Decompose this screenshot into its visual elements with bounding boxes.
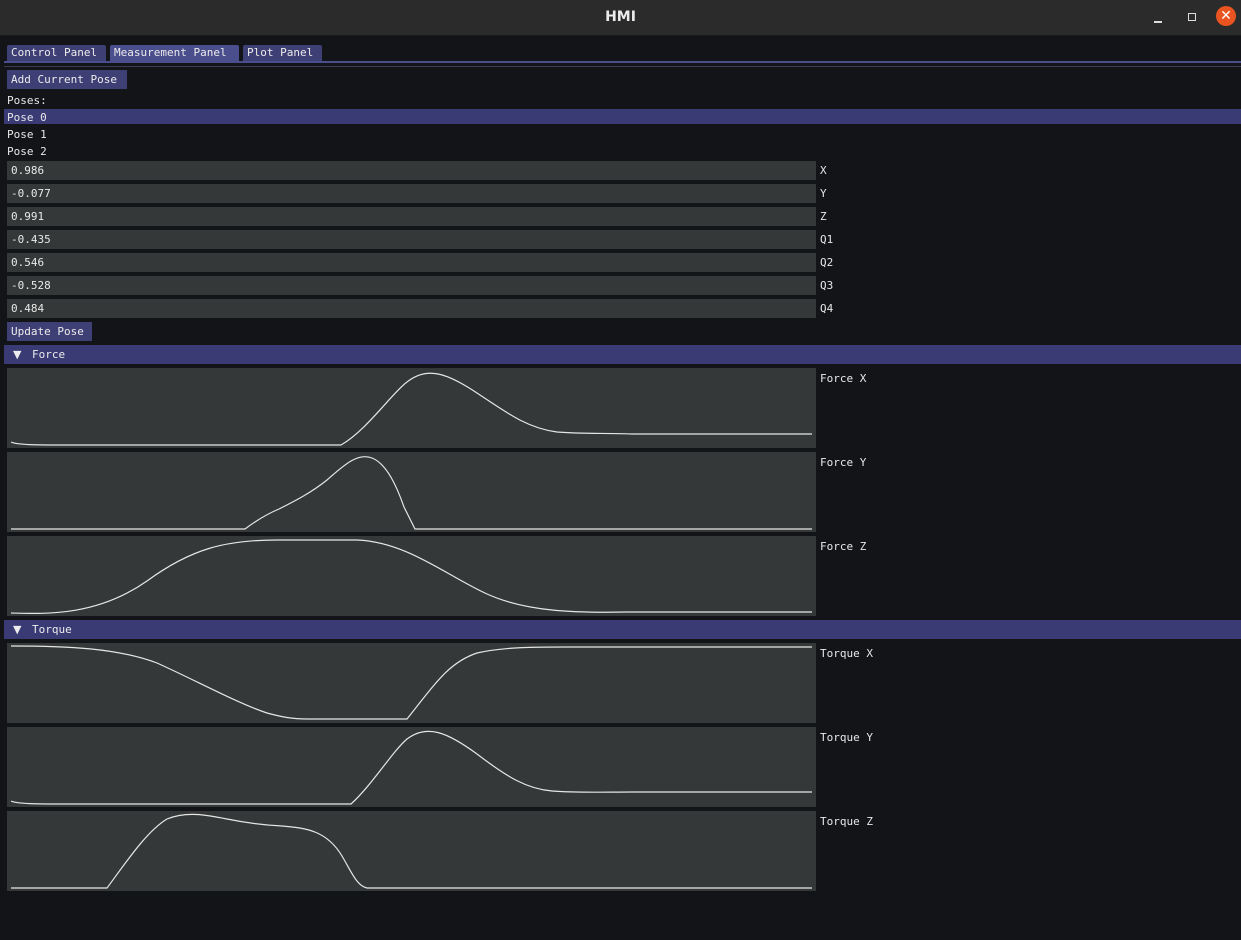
torque-y-label: Torque Y <box>820 731 873 744</box>
pose-y-field[interactable]: -0.077 <box>7 184 816 203</box>
pose-q3-label: Q3 <box>820 279 834 292</box>
tab-plot-panel[interactable]: Plot Panel <box>243 45 322 61</box>
collapse-arrow-icon: ▼ <box>13 348 22 361</box>
torque-y-plot <box>7 727 816 807</box>
collapse-arrow-icon: ▼ <box>13 623 22 636</box>
pose-x-label: X <box>820 164 827 177</box>
section-label: Torque <box>32 623 72 636</box>
torque-z-label: Torque Z <box>820 815 873 828</box>
force-section-header[interactable]: ▼ Force <box>4 345 1241 364</box>
pose-item[interactable]: Pose 0 <box>7 111 47 124</box>
add-current-pose-button[interactable]: Add Current Pose <box>7 70 127 89</box>
pose-q2-field[interactable]: 0.546 <box>7 253 816 272</box>
pose-q4-label: Q4 <box>820 302 834 315</box>
force-x-label: Force X <box>820 372 867 385</box>
separator <box>4 66 1241 67</box>
update-pose-button[interactable]: Update Pose <box>7 322 92 341</box>
pose-x-field[interactable]: 0.986 <box>7 161 816 180</box>
pose-z-label: Z <box>820 210 827 223</box>
title-bar: HMI ✕ <box>0 0 1241 36</box>
pose-item[interactable]: Pose 1 <box>7 128 47 141</box>
force-z-plot <box>7 536 816 616</box>
torque-x-trace <box>10 645 812 720</box>
pose-q3-field[interactable]: -0.528 <box>7 276 816 295</box>
selected-pose-highlight <box>4 109 1241 124</box>
poses-heading: Poses: <box>7 94 47 107</box>
torque-section-header[interactable]: ▼ Torque <box>4 620 1241 639</box>
pose-q2-label: Q2 <box>820 256 834 269</box>
section-label: Force <box>32 348 66 361</box>
force-x-plot <box>7 368 816 448</box>
force-y-trace <box>11 456 812 530</box>
torque-y-trace <box>10 730 812 805</box>
pose-q1-label: Q1 <box>820 233 834 246</box>
force-z-label: Force Z <box>820 540 867 553</box>
tab-control-panel[interactable]: Control Panel <box>7 45 106 61</box>
force-y-plot <box>7 452 816 532</box>
close-icon[interactable]: ✕ <box>1216 6 1236 26</box>
force-y-label: Force Y <box>820 456 867 469</box>
torque-z-plot <box>7 811 816 891</box>
pose-y-label: Y <box>820 187 827 200</box>
force-z-trace <box>10 539 812 614</box>
pose-q1-field[interactable]: -0.435 <box>7 230 816 249</box>
torque-x-label: Torque X <box>820 647 873 660</box>
force-x-trace <box>10 372 812 446</box>
pose-q4-field[interactable]: 0.484 <box>7 299 816 318</box>
pose-item[interactable]: Pose 2 <box>7 145 47 158</box>
torque-x-plot <box>7 643 816 723</box>
torque-z-trace <box>11 813 812 889</box>
maximize-icon[interactable] <box>1182 7 1204 29</box>
pose-z-field[interactable]: 0.991 <box>7 207 816 226</box>
window-title: HMI <box>605 9 636 25</box>
tab-underline <box>4 61 1241 63</box>
minimize-icon[interactable] <box>1147 7 1169 29</box>
tab-measurement-panel[interactable]: Measurement Panel <box>110 45 239 61</box>
